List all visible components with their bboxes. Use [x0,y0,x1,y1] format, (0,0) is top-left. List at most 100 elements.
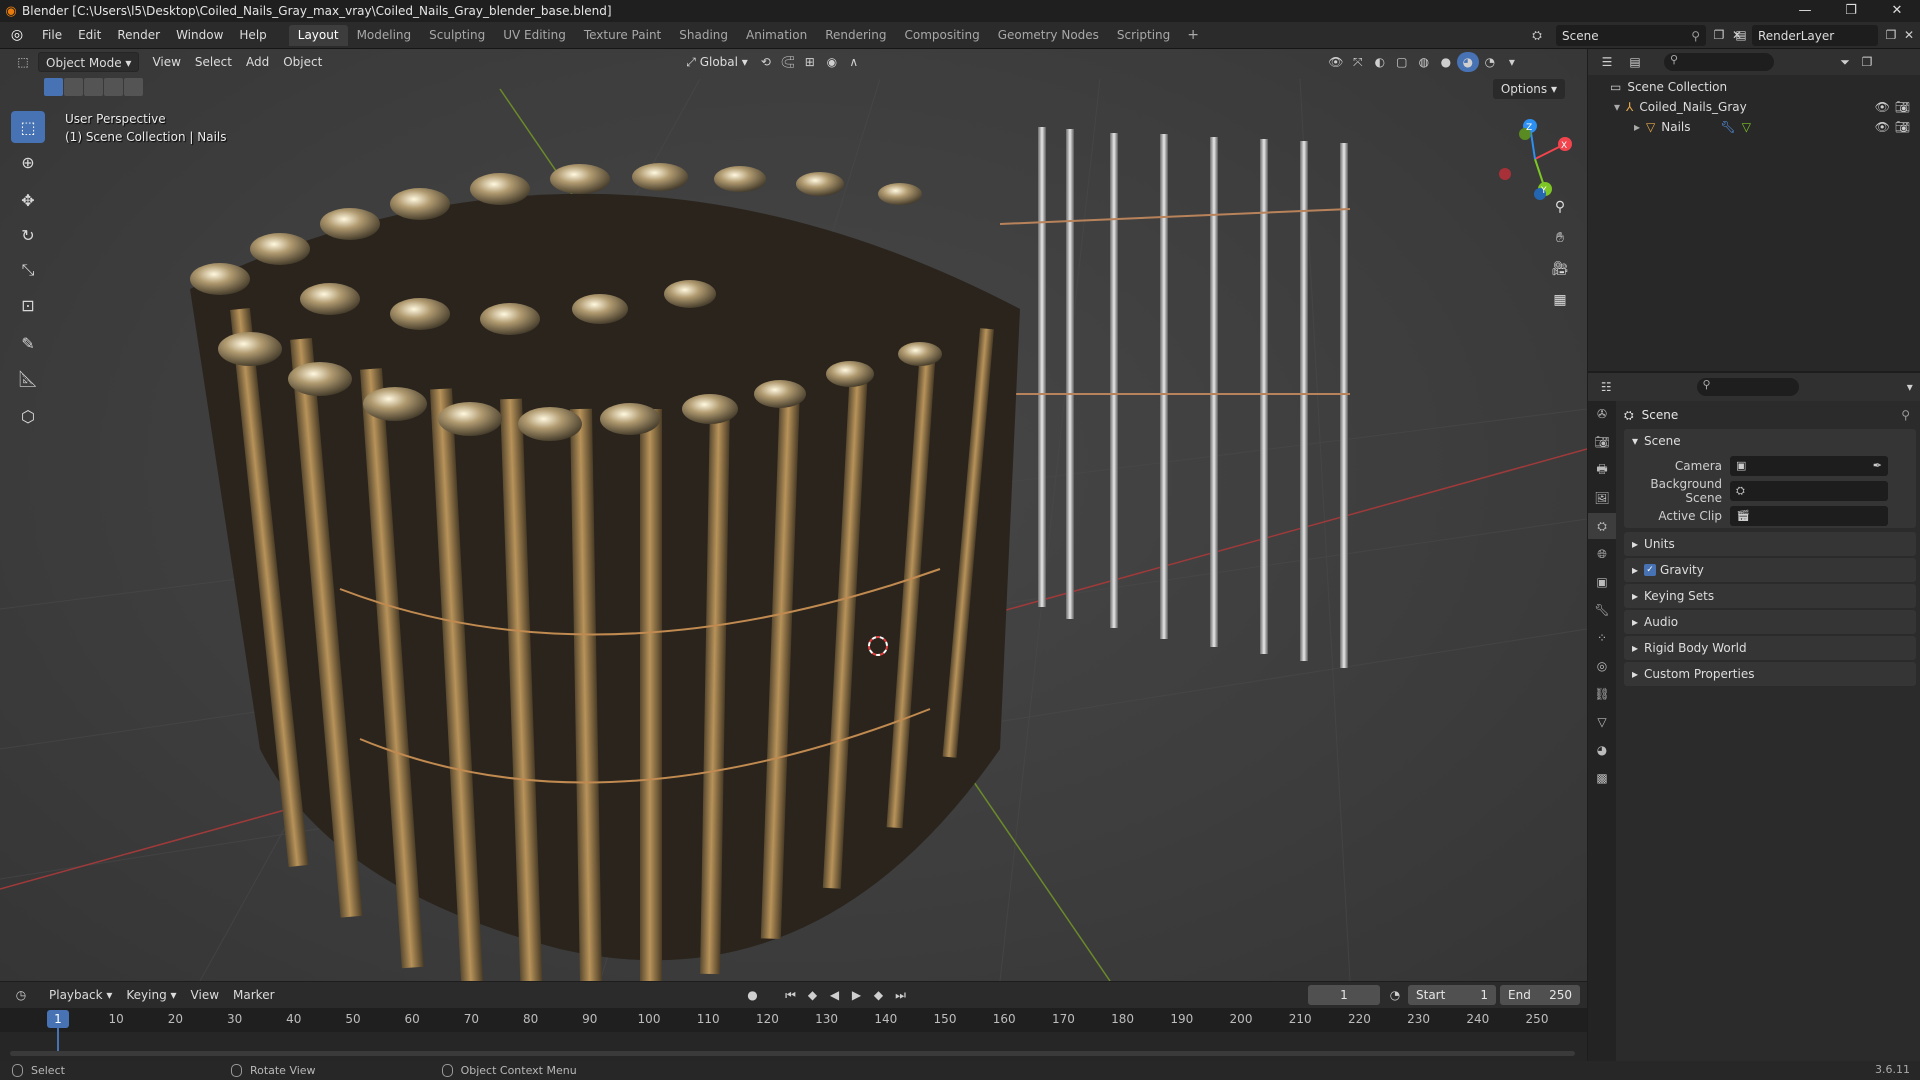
start-frame-field[interactable]: Start 1 [1408,985,1496,1005]
keying-sets-panel-header[interactable]: ▸ Keying Sets [1624,584,1916,608]
render-layer-selector[interactable]: RenderLayer [1752,25,1878,46]
end-frame-field[interactable]: End 250 [1500,985,1580,1005]
tab-scene-icon[interactable]: ⛭ [1588,513,1616,539]
select-subtract-icon[interactable] [84,78,103,96]
tab-shading[interactable]: Shading [670,25,737,46]
solid-shading-icon[interactable]: ● [1435,52,1457,72]
viewport-menu-select[interactable]: Select [188,52,239,72]
viewport-menu-add[interactable]: Add [239,52,276,72]
pin-icon[interactable]: ⚲ [1691,29,1700,43]
proportional-editing-icon[interactable]: ◉ [821,52,843,72]
menu-render[interactable]: Render [109,22,168,49]
properties-options-icon[interactable]: ▾ [1899,377,1920,397]
playhead-line[interactable] [57,1028,59,1052]
scale-tool-icon[interactable]: ⤡ [11,254,45,286]
timeline-view-menu[interactable]: View [184,985,226,1005]
add-cube-tool-icon[interactable]: ⬡ [11,400,45,432]
menu-window[interactable]: Window [168,22,231,49]
current-frame-field[interactable]: 1 [1308,985,1380,1005]
menu-file[interactable]: File [34,22,70,49]
tab-animation[interactable]: Animation [737,25,816,46]
tab-scripting[interactable]: Scripting [1108,25,1179,46]
viewlayer-browse-icon[interactable]: ▤ [1730,25,1752,45]
tab-rendering[interactable]: Rendering [816,25,895,46]
delete-layer-icon[interactable]: ✕ [1898,25,1920,45]
record-icon[interactable]: ● [742,985,764,1005]
tab-tool-icon[interactable]: ✇ [1588,401,1616,427]
overlay-toggle-icon[interactable]: ◐ [1369,52,1391,72]
rigid-body-world-panel[interactable]: ▸ Rigid Body World [1624,636,1916,660]
snap-icon[interactable]: 🧲︎ [777,52,799,72]
outliner-row-scene-collection[interactable]: ▭ Scene Collection [1588,77,1920,97]
preview-range-icon[interactable]: ◔ [1384,985,1406,1005]
rigid-body-world-panel-header[interactable]: ▸ Rigid Body World [1624,636,1916,660]
custom-properties-panel[interactable]: ▸ Custom Properties [1624,662,1916,686]
jump-start-icon[interactable]: ⏮ [780,985,802,1005]
visibility-eye-icon[interactable]: 👁︎ [1875,100,1890,114]
add-workspace-icon[interactable]: + [1179,27,1207,43]
gravity-panel-header[interactable]: ▸ ✓ Gravity [1624,558,1916,582]
tab-layout[interactable]: Layout [288,24,348,46]
play-reverse-icon[interactable]: ◀ [824,985,846,1005]
material-shading-icon[interactable]: ◕ [1456,52,1479,72]
select-extend-icon[interactable] [64,78,83,96]
falloff-icon[interactable]: ∧ [843,52,865,72]
blender-logo-icon[interactable]: ◎ [0,27,34,43]
tab-material-icon[interactable]: ◕ [1588,737,1616,763]
tab-modifier-icon[interactable]: 🔧︎ [1588,597,1616,623]
tab-view-layer-icon[interactable]: 🖼︎ [1588,485,1616,511]
expand-arrow-icon[interactable]: ▾ [1614,100,1620,114]
properties-editor-icon[interactable]: ☷ [1596,377,1617,397]
outliner-search-input[interactable]: ⚲ [1664,53,1774,71]
outliner-row-nails[interactable]: ▸ ▽ Nails 🔧︎ ▽ 👁︎ 📷︎ [1588,117,1920,137]
select-intersect-icon[interactable] [124,78,143,96]
tab-compositing[interactable]: Compositing [895,25,988,46]
transform-orientation-dropdown[interactable]: ⤢ Global ▾ [679,52,755,72]
current-frame-indicator[interactable]: 1 [47,1010,69,1028]
wireframe-shading-icon[interactable]: ◍ [1413,52,1435,72]
navigation-gizmo[interactable]: X Y Z [1490,114,1580,204]
rotate-tool-icon[interactable]: ↻ [11,219,45,251]
mesh-data-icon[interactable]: ▽ [1742,120,1751,134]
active-clip-field[interactable]: 🎬︎ [1730,505,1888,526]
audio-panel-header[interactable]: ▸ Audio [1624,610,1916,634]
camera-view-icon[interactable]: 🎥︎ [1546,255,1574,283]
timeline-ruler[interactable]: 10 20 30 40 50 60 70 80 90 100 110 120 130 140 150 160 1… [0,1008,1587,1032]
3d-viewport[interactable]: ⬚ Object Mode ▾ View Select Add Object ⤢… [0,49,1587,981]
xray-toggle-icon[interactable]: ▢ [1391,52,1413,72]
tab-sculpting[interactable]: Sculpting [420,25,494,46]
custom-properties-panel-header[interactable]: ▸ Custom Properties [1624,662,1916,686]
render-camera-icon[interactable]: 📷︎ [1895,120,1910,134]
tab-output-icon[interactable]: 🖶︎ [1588,457,1616,483]
tab-texture-paint[interactable]: Texture Paint [575,25,670,46]
gravity-checkbox[interactable]: ✓ [1644,564,1657,576]
properties-pin-icon[interactable]: ⚲ [1901,408,1910,422]
properties-search-input[interactable]: ⚲ [1696,378,1800,396]
cursor-tool-icon[interactable]: ⊕ [11,146,45,178]
play-icon[interactable]: ▶ [846,985,868,1005]
move-tool-icon[interactable]: ✥ [11,184,45,216]
scene-selector[interactable]: Scene ⚲ [1556,25,1706,46]
tab-object-icon[interactable]: ▣ [1588,569,1616,595]
tab-world-icon[interactable]: 🌐︎ [1588,541,1616,567]
viewport-menu-object[interactable]: Object [276,52,329,72]
units-panel-header[interactable]: ▸ Units [1624,532,1916,556]
gravity-panel[interactable]: ▸ ✓ Gravity [1624,558,1916,582]
prev-keyframe-icon[interactable]: ◆ [802,985,824,1005]
tab-physics-icon[interactable]: ◎ [1588,653,1616,679]
zoom-icon[interactable]: ⚲ [1546,193,1574,221]
timeline-editor-icon[interactable]: ◷ [10,985,32,1005]
visibility-filter-icon[interactable]: 👁︎ [1325,52,1347,72]
playback-menu[interactable]: Playback ▾ [42,985,119,1005]
next-keyframe-icon[interactable]: ◆ [868,985,890,1005]
menu-help[interactable]: Help [231,22,274,49]
tab-uv-editing[interactable]: UV Editing [494,25,575,46]
menu-edit[interactable]: Edit [70,22,109,49]
tab-texture-icon[interactable]: ▩ [1588,765,1616,791]
tab-constraints-icon[interactable]: ⛓︎ [1588,681,1616,707]
new-collection-icon[interactable]: ❐ [1856,52,1878,72]
keying-sets-panel[interactable]: ▸ Keying Sets [1624,584,1916,608]
transform-tool-icon[interactable]: ⊡ [11,289,45,321]
modifier-wrench-icon[interactable]: 🔧︎ [1721,120,1736,134]
tab-data-icon[interactable]: ▽ [1588,709,1616,735]
